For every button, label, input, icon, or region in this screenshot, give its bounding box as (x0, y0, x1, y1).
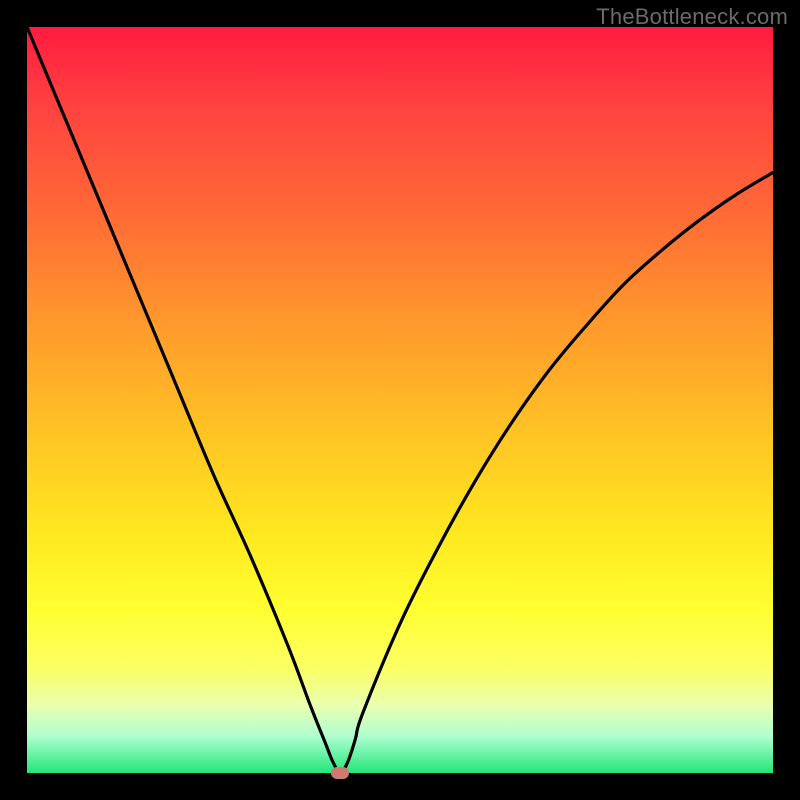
plot-area (27, 27, 773, 773)
minimum-marker (331, 767, 349, 779)
bottleneck-curve (27, 27, 773, 773)
chart-frame: TheBottleneck.com (0, 0, 800, 800)
